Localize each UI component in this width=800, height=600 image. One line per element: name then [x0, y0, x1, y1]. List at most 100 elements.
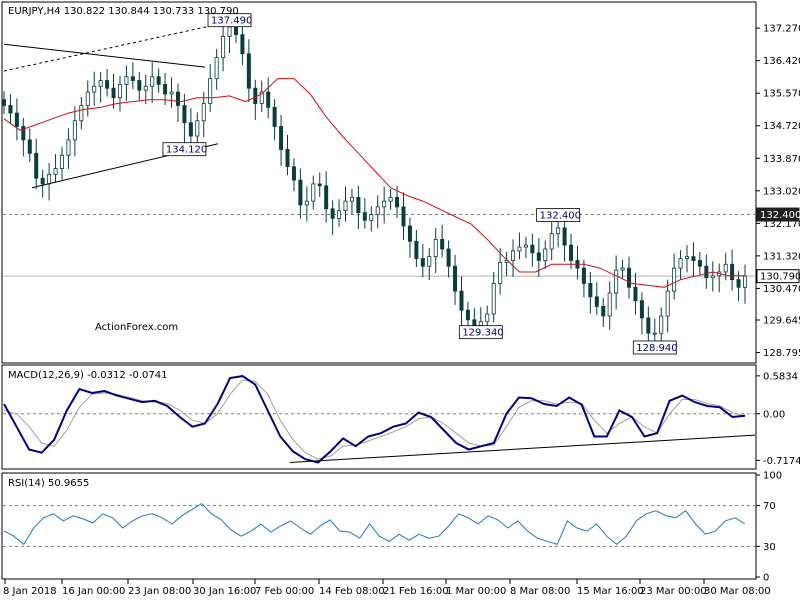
time-axis-label: 23 Mar 00:00 — [640, 586, 707, 597]
candle-body — [614, 269, 619, 294]
candle-body — [59, 154, 64, 170]
candle-body — [743, 275, 748, 288]
candle-body — [536, 252, 541, 261]
candle-body — [472, 319, 477, 326]
candle-body — [324, 185, 329, 210]
candle-body — [697, 260, 702, 267]
candle-body — [79, 105, 84, 122]
candle-body — [47, 173, 52, 185]
candle-body — [349, 196, 354, 202]
candle-body — [672, 267, 677, 292]
price-axis-label: 134.720 — [763, 121, 800, 132]
candle-body — [285, 149, 290, 168]
candle-body — [704, 265, 709, 279]
candle-body — [272, 106, 277, 127]
candle-body — [691, 256, 696, 261]
candle-body — [465, 309, 470, 321]
candle-body — [478, 321, 483, 326]
candle-body — [607, 292, 612, 317]
candle-body — [150, 76, 155, 87]
candle-body — [620, 267, 625, 271]
candle-body — [459, 290, 464, 311]
candle-body — [14, 112, 19, 127]
candle-body — [659, 315, 664, 334]
candle-body — [279, 126, 284, 150]
price-axis-label: 131.320 — [763, 251, 800, 262]
rsi-axis-label: 30 — [763, 542, 776, 553]
candle-body — [143, 85, 148, 91]
time-axis-label: 1 Mar 00:00 — [446, 586, 506, 597]
candle-body — [601, 306, 606, 317]
candle-body — [427, 256, 432, 267]
candle-body — [549, 233, 554, 250]
candle-body — [85, 91, 90, 106]
candle-body — [446, 248, 451, 267]
ohlc-close: 130.790 — [197, 6, 238, 17]
candle-body — [375, 206, 380, 215]
macd-axis-label: 0.00 — [763, 409, 785, 420]
candle-body — [330, 208, 335, 219]
candle-body — [304, 200, 309, 206]
candle-body — [730, 263, 735, 281]
candle-body — [362, 212, 367, 221]
rsi-axis-label: 70 — [763, 501, 776, 512]
candle-body — [221, 36, 226, 58]
candle-body — [40, 177, 45, 185]
candle-body — [685, 256, 690, 259]
candle-body — [311, 183, 316, 202]
price-panel-header: EURJPY,H4 130.822 130.844 130.733 130.79… — [8, 6, 239, 17]
price-axis-label: 133.870 — [763, 154, 800, 165]
candle-body — [665, 290, 670, 317]
candle-body — [407, 225, 412, 242]
time-axis-label: 8 Jan 2018 — [3, 586, 57, 597]
candle-body — [92, 85, 97, 93]
candle-body — [156, 76, 161, 85]
candle-body — [414, 240, 419, 259]
ohlc-open: 130.822 — [64, 6, 105, 17]
candle-body — [227, 26, 232, 37]
candle-body — [208, 78, 213, 104]
rsi-axis-label: 0 — [763, 573, 769, 584]
candle-body — [678, 258, 683, 269]
candle-body — [581, 267, 586, 284]
candle-body — [646, 317, 651, 334]
candle-body — [382, 200, 387, 208]
candle-body — [98, 80, 103, 87]
candle-body — [130, 76, 135, 81]
candle-body — [317, 183, 322, 187]
candle-body — [433, 239, 438, 258]
candle-body — [233, 26, 238, 36]
candle-body — [8, 105, 13, 114]
candle-body — [2, 99, 7, 106]
candle-body — [214, 57, 219, 80]
price-axis-label: 128.795 — [763, 348, 800, 359]
candle-body — [169, 91, 174, 95]
candle-body — [652, 332, 657, 335]
candle-body — [105, 80, 110, 89]
candle-body — [498, 261, 503, 284]
candle-body — [401, 206, 406, 227]
price-axis-label: 137.270 — [763, 24, 800, 35]
time-axis-label: 7 Feb 00:00 — [255, 586, 314, 597]
candle-body — [523, 244, 528, 248]
candle-body — [736, 279, 741, 288]
price-axis-label: 130.470 — [763, 284, 800, 295]
time-axis-label: 21 Feb 16:00 — [383, 586, 449, 597]
time-axis-label: 14 Feb 08:00 — [319, 586, 385, 597]
candle-body — [291, 166, 296, 181]
candle-body — [356, 196, 361, 214]
price-axis-label: 135.570 — [763, 89, 800, 100]
time-axis-label: 30 Mar 08:00 — [704, 586, 771, 597]
candle-body — [111, 87, 116, 99]
candle-body — [511, 250, 516, 261]
candle-body — [639, 300, 644, 319]
candle-body — [530, 244, 535, 254]
candle-body — [266, 91, 271, 108]
price-callout-label: 129.340 — [462, 328, 503, 339]
candle-body — [543, 248, 548, 261]
candle-body — [588, 283, 593, 298]
price-tag-label: 132.400 — [760, 210, 800, 221]
time-axis-label: 8 Mar 08:00 — [510, 586, 570, 597]
candle-body — [117, 83, 122, 99]
time-axis-label: 16 Jan 00:00 — [62, 586, 125, 597]
